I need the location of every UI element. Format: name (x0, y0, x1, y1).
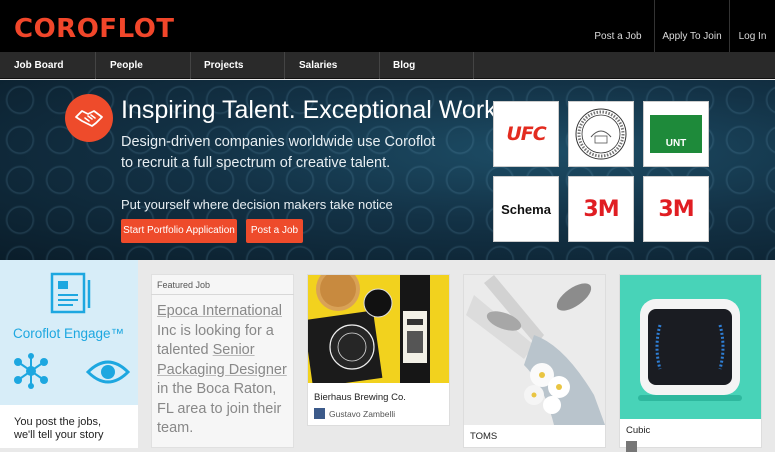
document-icon (50, 272, 91, 314)
nav-item-projects[interactable]: Projects (190, 52, 285, 79)
project-card-bierhaus[interactable]: Bierhaus Brewing Co. Gustavo Zambelli (307, 274, 450, 426)
unt-logo-text: UNT (650, 115, 702, 153)
schema-logo-text: Schema (501, 201, 551, 217)
avatar (314, 408, 325, 419)
3m-logo[interactable]: 3M (568, 176, 634, 242)
nav-item-salaries[interactable]: Salaries (285, 52, 380, 79)
main-nav: Job Board People Projects Salaries Blog (0, 52, 775, 79)
hero-subtitle: Design-driven companies worldwide use Co… (121, 132, 481, 174)
project-title[interactable]: TOMS (470, 431, 497, 442)
project-author-name: Gustavo Zambelli (329, 408, 396, 419)
hero-title: Inspiring Talent. Exceptional Work. (121, 96, 504, 124)
project-title[interactable]: Cubic (626, 425, 650, 436)
project-card-cubic[interactable]: Cubic (619, 274, 762, 452)
apply-to-join-link[interactable]: Apply To Join (654, 0, 729, 52)
project-card-toms[interactable]: TOMS (463, 274, 606, 448)
featured-job-text-part: in the Boca Raton, FL area to join their… (157, 381, 282, 436)
cubic-project-image (620, 275, 761, 419)
network-icon (14, 353, 48, 389)
hero-subtitle-line1: Design-driven companies worldwide use Co… (121, 134, 436, 150)
hero-cta-text: Put yourself where decision makers take … (121, 197, 393, 212)
3m-logo[interactable]: 3M (643, 176, 709, 242)
post-a-job-button[interactable]: Post a Job (246, 219, 303, 243)
engage-tagline-line1: You post the jobs, (14, 416, 102, 428)
nav-item-job-board[interactable]: Job Board (0, 52, 96, 79)
log-in-link[interactable]: Log In (729, 0, 775, 52)
ufc-logo-text: UFC (506, 123, 546, 145)
featured-job-label: Featured Job (157, 280, 211, 290)
project-title[interactable]: Bierhaus Brewing Co. (314, 392, 406, 403)
project-author[interactable] (626, 441, 637, 452)
coroflot-engage-title: Coroflot Engage™ (13, 326, 125, 341)
syracuse-university-seal[interactable] (568, 101, 634, 167)
project-author[interactable]: Gustavo Zambelli (314, 408, 395, 419)
nav-item-blog[interactable]: Blog (379, 52, 474, 79)
top-bar: COROFLOT Post a Job Apply To Join Log In (0, 0, 775, 52)
bierhaus-project-image (308, 275, 449, 383)
avatar (626, 441, 637, 452)
handshake-icon (65, 94, 113, 142)
3m-logo-text: 3M (658, 196, 694, 222)
coroflot-logo[interactable]: COROFLOT (14, 14, 175, 44)
engage-tagline: You post the jobs, we'll tell your story (14, 416, 134, 442)
toms-project-image (464, 275, 605, 425)
university-seal-icon (575, 108, 627, 160)
3m-logo-text: 3M (583, 196, 619, 222)
post-a-job-link[interactable]: Post a Job (582, 0, 654, 52)
engage-tagline-line2: we'll tell your story (14, 429, 104, 441)
top-links: Post a Job Apply To Join Log In (582, 0, 775, 52)
featured-job-divider (151, 294, 294, 295)
featured-job-text[interactable]: Epoca International Inc is looking for a… (157, 302, 291, 439)
ufc-logo[interactable]: UFC (493, 101, 559, 167)
eye-icon (86, 360, 130, 384)
schema-logo[interactable]: Schema (493, 176, 559, 242)
company-link[interactable]: Epoca International (157, 303, 282, 319)
nav-item-people[interactable]: People (96, 52, 191, 79)
hero-subtitle-line2: to recruit a full spectrum of creative t… (121, 155, 391, 171)
unt-logo[interactable]: UNT (643, 101, 709, 167)
start-portfolio-application-button[interactable]: Start Portfolio Application (121, 219, 237, 243)
